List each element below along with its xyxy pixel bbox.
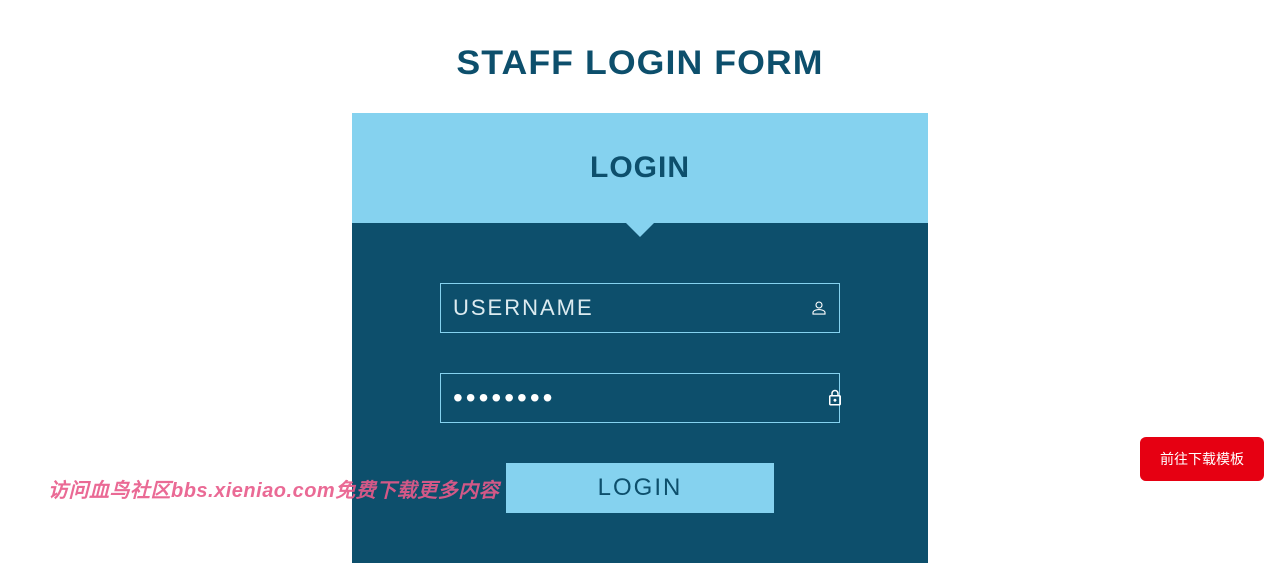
login-button[interactable]: LOGIN	[506, 463, 774, 513]
download-template-button[interactable]: 前往下载模板	[1140, 437, 1264, 481]
login-header: LOGIN	[352, 113, 928, 223]
lock-icon	[826, 389, 844, 407]
username-group	[440, 283, 840, 333]
page-title: STAFF LOGIN FORM	[0, 0, 1280, 113]
login-header-text: LOGIN	[590, 151, 690, 184]
password-group	[440, 373, 840, 423]
watermark-text: 访问血鸟社区bbs.xieniao.com免费下载更多内容	[48, 474, 499, 503]
username-input[interactable]	[441, 284, 799, 332]
password-input[interactable]	[441, 374, 826, 422]
login-body: LOGIN	[352, 223, 928, 563]
user-icon	[799, 299, 839, 317]
